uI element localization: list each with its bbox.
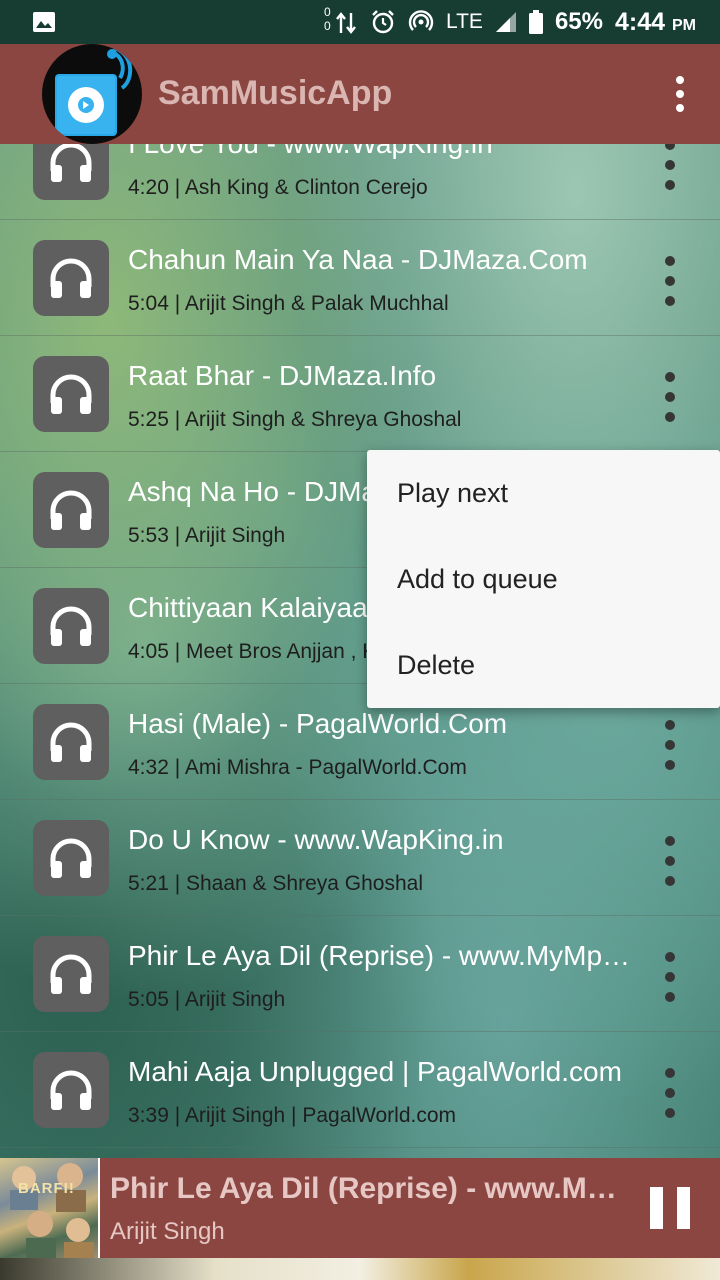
song-title: Phir Le Aya Dil (Reprise) - www.MyMp3Son…	[128, 940, 638, 971]
more-vert-dot	[676, 104, 684, 112]
song-menu-button[interactable]	[656, 1068, 684, 1118]
more-vert-dot	[665, 296, 675, 306]
headphones-icon	[33, 356, 109, 432]
more-vert-dot	[665, 1108, 675, 1118]
song-subtitle: 4:32 | Ami Mishra - PagalWorld.Com	[128, 756, 467, 779]
clock-ampm: PM	[672, 16, 696, 34]
more-vert-dot	[665, 992, 675, 1002]
song-menu-button[interactable]	[656, 836, 684, 886]
network-type: LTE	[445, 10, 483, 33]
app-title: SamMusicApp	[158, 74, 393, 112]
more-vert-icon	[665, 720, 675, 730]
more-vert-icon	[665, 372, 675, 382]
clock: 4:44 PM	[615, 8, 696, 37]
song-menu-button[interactable]	[656, 720, 684, 770]
more-vert-dot	[665, 180, 675, 190]
song-menu-button[interactable]	[656, 256, 684, 306]
song-title: Chahun Main Ya Naa - DJMaza.Com	[128, 244, 588, 275]
headphones-icon	[33, 936, 109, 1012]
song-row[interactable]: Phir Le Aya Dil (Reprise) - www.MyMp3Son…	[0, 916, 720, 1032]
song-menu-button[interactable]	[656, 372, 684, 422]
song-row[interactable]: Raat Bhar - DJMaza.Info 5:25 | Arijit Si…	[0, 336, 720, 452]
data-transfer-icon: 0 0	[323, 5, 358, 37]
more-vert-icon	[665, 952, 675, 962]
battery-icon	[528, 10, 543, 34]
song-row[interactable]: Chahun Main Ya Naa - DJMaza.Com 5:04 | A…	[0, 220, 720, 336]
song-title: Do U Know - www.WapKing.in	[128, 824, 504, 855]
more-vert-icon	[676, 76, 684, 84]
menu-item-play-next[interactable]: Play next	[367, 450, 720, 536]
hotspot-icon	[408, 9, 434, 35]
song-context-menu: Play next Add to queue Delete	[367, 450, 720, 708]
pause-button[interactable]	[650, 1187, 690, 1229]
song-title: Mahi Aaja Unplugged | PagalWorld.com	[128, 1056, 622, 1087]
net-up-count: 0	[323, 5, 331, 19]
more-vert-dot	[665, 276, 675, 286]
album-art-title: BARFI!	[18, 1180, 75, 1197]
net-down-count: 0	[323, 19, 331, 33]
more-vert-dot	[665, 972, 675, 982]
headphones-icon	[33, 240, 109, 316]
more-vert-dot	[676, 90, 684, 98]
next-content-strip	[0, 1258, 720, 1280]
song-title: Raat Bhar - DJMaza.Info	[128, 360, 437, 391]
music-player-logo-icon	[55, 46, 133, 136]
headphones-icon	[33, 1052, 109, 1128]
song-subtitle: 3:39 | Arijit Singh | PagalWorld.com	[128, 1104, 457, 1127]
alarm-icon	[370, 9, 396, 35]
more-vert-icon	[665, 1068, 675, 1078]
song-row[interactable]: Mahi Aaja Unplugged | PagalWorld.com 3:3…	[0, 1032, 720, 1148]
now-playing-artist: Arijit Singh	[110, 1218, 225, 1245]
song-title: Hasi (Male) - PagalWorld.Com	[128, 708, 508, 739]
song-subtitle: 5:05 | Arijit Singh	[128, 988, 286, 1011]
song-subtitle: 5:21 | Shaan & Shreya Ghoshal	[128, 872, 423, 895]
album-art: BARFI!	[0, 1158, 100, 1258]
album-art-figures	[10, 1163, 94, 1258]
headphones-icon	[33, 588, 109, 664]
menu-item-delete[interactable]: Delete	[367, 622, 720, 708]
more-vert-dot	[665, 740, 675, 750]
more-vert-icon	[665, 256, 675, 266]
more-vert-dot	[665, 760, 675, 770]
song-menu-button[interactable]	[656, 140, 684, 190]
song-menu-button[interactable]	[656, 952, 684, 1002]
now-playing-bar[interactable]: BARFI! Phir Le Aya Dil (Reprise) - www.M…	[0, 1158, 720, 1258]
more-vert-dot	[665, 160, 675, 170]
app-bar: SamMusicApp	[0, 44, 720, 144]
status-bar: 0 0 LTE 65% 4:44 PM	[0, 0, 720, 44]
now-playing-title: Phir Le Aya Dil (Reprise) - www.MyMp3Son…	[110, 1172, 620, 1205]
battery-level: 65%	[554, 8, 603, 35]
headphones-icon	[33, 472, 109, 548]
more-vert-dot	[665, 876, 675, 886]
app-menu-button[interactable]	[662, 74, 698, 114]
headphones-icon	[33, 820, 109, 896]
more-vert-icon	[665, 836, 675, 846]
headphones-icon	[33, 704, 109, 780]
pause-icon-bar	[677, 1187, 690, 1229]
more-vert-dot	[665, 1088, 675, 1098]
more-vert-dot	[665, 412, 675, 422]
gallery-notification-icon	[32, 11, 56, 33]
signal-icon	[495, 11, 517, 33]
more-vert-dot	[665, 392, 675, 402]
song-row[interactable]: Do U Know - www.WapKing.in 5:21 | Shaan …	[0, 800, 720, 916]
clock-time: 4:44	[615, 7, 666, 36]
song-subtitle: 5:25 | Arijit Singh & Shreya Ghoshal	[128, 408, 462, 431]
app-logo	[42, 44, 142, 144]
menu-item-add-to-queue[interactable]: Add to queue	[367, 536, 720, 622]
song-subtitle: 5:04 | Arijit Singh & Palak Muchhal	[128, 292, 449, 315]
song-subtitle: 4:20 | Ash King & Clinton Cerejo	[128, 176, 428, 199]
pause-icon	[650, 1187, 663, 1229]
more-vert-dot	[665, 856, 675, 866]
